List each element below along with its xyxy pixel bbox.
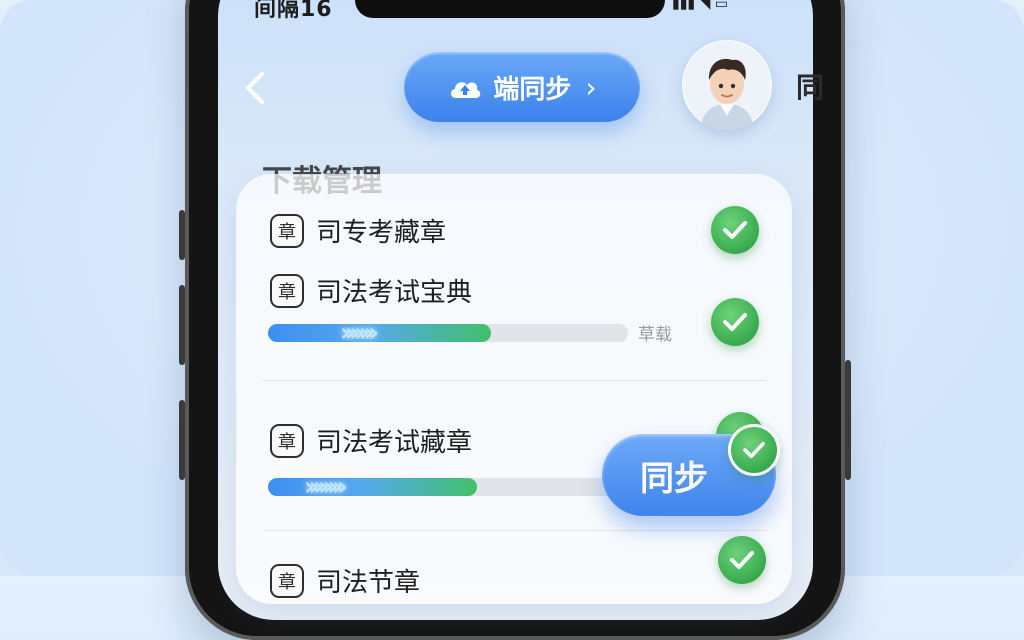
progress-status-label: 草载 [638, 325, 672, 345]
avatar-illustration-icon [683, 41, 771, 130]
download-progress-bar: ›››››››› [268, 472, 648, 502]
volume-up-button [179, 210, 185, 260]
back-button[interactable] [240, 70, 270, 106]
cloud-upload-icon [451, 82, 481, 98]
chapter-badge-icon: 章 [270, 213, 304, 248]
divider [262, 380, 766, 381]
download-progress-bar: ››››››› [268, 318, 628, 348]
check-icon [711, 206, 759, 254]
progress-fill [268, 324, 492, 342]
list-item[interactable]: 章 司法节章 [270, 562, 420, 599]
volume-down-button [179, 285, 185, 365]
progress-arrows-icon: ››››››› [340, 318, 379, 348]
item-title: 司专考藏章 [316, 218, 447, 248]
chevron-left-icon [246, 72, 264, 104]
status-icons: ▮▮▮ ◥ ▭ [672, 0, 729, 12]
silent-switch [179, 400, 185, 480]
item-title: 司法考试藏章 [316, 428, 473, 458]
cloud-sync-pill[interactable]: 端同步 › [404, 52, 640, 122]
chevron-right-icon: › [585, 70, 597, 104]
notch [355, 0, 665, 18]
list-item[interactable]: 章 司专考藏章 [270, 212, 446, 249]
cloud-sync-label: 端同步 [493, 74, 572, 105]
progress-fill [268, 478, 477, 496]
status-time: 间隔16 [254, 0, 333, 22]
list-item[interactable]: 章 司法考试藏章 [270, 422, 472, 459]
sync-done-check-icon [728, 424, 780, 476]
divider [262, 530, 766, 531]
sync-button-label: 同步 [640, 458, 708, 499]
check-icon [711, 298, 759, 346]
user-avatar[interactable] [682, 40, 772, 130]
check-icon [718, 536, 766, 584]
item-title: 司法节章 [316, 568, 421, 598]
list-item[interactable]: 章 司法考试宝典 [270, 272, 472, 309]
chapter-badge-icon: 章 [270, 563, 304, 598]
progress-arrows-icon: ›››››››› [304, 472, 348, 502]
edge-text: 同 [796, 71, 825, 104]
item-title: 司法考试宝典 [316, 278, 473, 308]
chapter-badge-icon: 章 [270, 423, 304, 458]
power-button [845, 360, 851, 480]
chapter-badge-icon: 章 [270, 273, 304, 308]
